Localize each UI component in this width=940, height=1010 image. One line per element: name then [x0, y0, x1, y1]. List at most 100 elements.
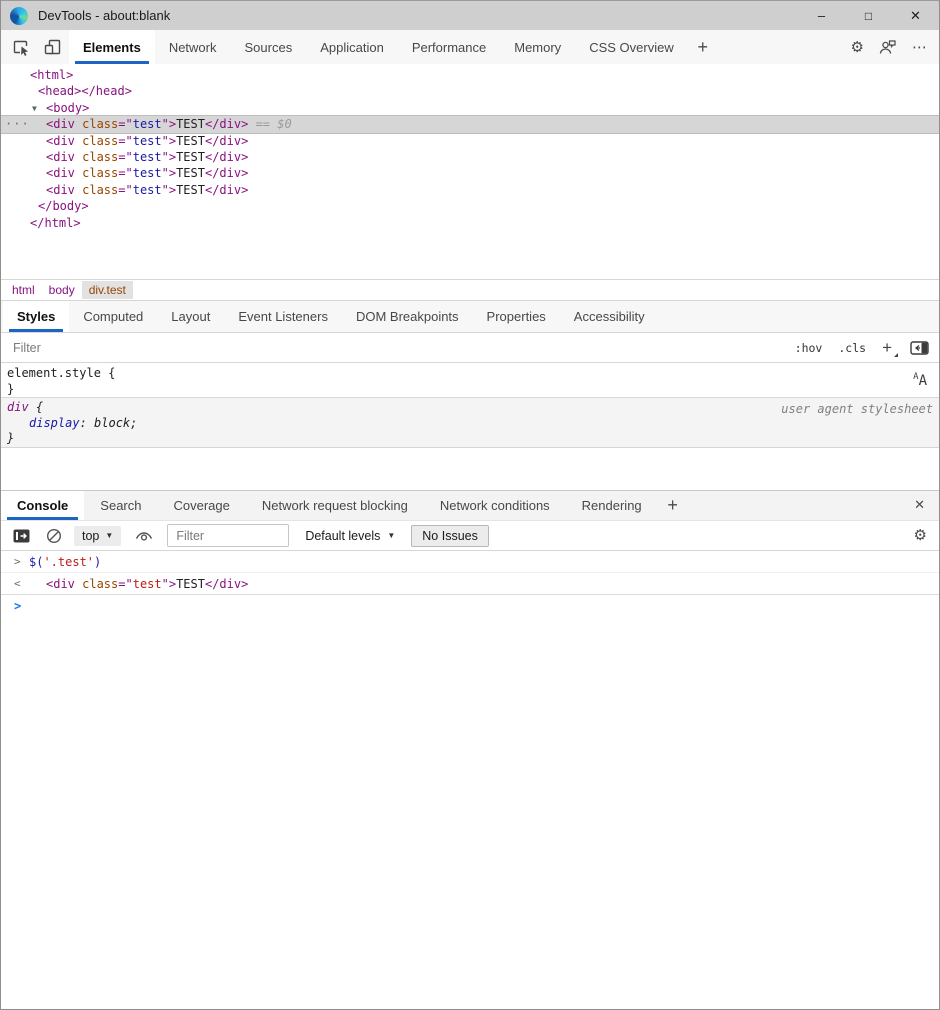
toggle-element-classes-button[interactable]: .cls [838, 341, 866, 355]
device-toolbar-icon[interactable] [43, 37, 63, 57]
stylesheet-origin-label: user agent stylesheet [781, 402, 933, 416]
tab-sources[interactable]: Sources [231, 30, 307, 64]
feedback-icon[interactable] [878, 37, 898, 57]
tab-css-overview[interactable]: CSS Overview [575, 30, 688, 64]
clear-console-icon[interactable] [46, 528, 62, 544]
tree-node[interactable]: ▼<body> [1, 100, 939, 116]
console-toolbar: top ▼ Default levels ▼ No Issues ⚙ [1, 521, 939, 551]
result-element-preview: <div class="test">TEST</div> [46, 577, 248, 591]
dom-breadcrumb: htmlbodydiv.test [1, 279, 939, 301]
tree-node[interactable]: </html> [1, 215, 939, 231]
console-settings-gear-icon[interactable]: ⚙ [914, 528, 927, 543]
drawer-tab-console[interactable]: Console [1, 491, 84, 520]
minimize-button[interactable]: – [798, 1, 845, 30]
styles-filter-input[interactable] [1, 333, 795, 362]
tree-node[interactable]: <div class="test">TEST</div> [1, 165, 939, 181]
maximize-button[interactable]: □ [845, 1, 892, 30]
log-levels-selector[interactable]: Default levels ▼ [305, 529, 395, 543]
console-result-entry[interactable]: < <div class="test">TEST</div> [1, 573, 939, 595]
settings-gear-icon[interactable]: ⚙ [851, 40, 864, 55]
tree-node[interactable]: <head></head> [1, 83, 939, 99]
drawer-tab-coverage[interactable]: Coverage [158, 491, 246, 520]
devtools-window: DevTools - about:blank – □ ✕ ElementsNet… [0, 0, 940, 1010]
add-drawer-tool-button[interactable]: + [658, 491, 688, 520]
command-chevron-icon: > [14, 555, 21, 569]
console-command-entry[interactable]: > $('.test') [1, 551, 939, 573]
sidebar-tab-properties[interactable]: Properties [473, 301, 560, 332]
sidebar-tab-dom-breakpoints[interactable]: DOM Breakpoints [342, 301, 473, 332]
tree-node[interactable]: <div class="test">TEST</div> [1, 182, 939, 198]
console-empty-space [1, 602, 939, 1009]
drawer-tab-network-conditions[interactable]: Network conditions [424, 491, 566, 520]
live-expression-eye-icon[interactable] [135, 530, 153, 542]
node-markup: <div class="test">TEST</div> [1, 149, 248, 165]
node-overflow-dots[interactable]: ··· [5, 116, 30, 132]
close-button[interactable]: ✕ [892, 1, 939, 30]
element-style-close: } [7, 381, 939, 397]
toggle-computed-sidebar-icon[interactable] [910, 341, 929, 355]
main-panel-tabs: ElementsNetworkSourcesApplicationPerform… [69, 30, 688, 64]
node-markup: </html> [1, 215, 81, 231]
tab-elements[interactable]: Elements [69, 30, 155, 64]
close-drawer-icon[interactable]: ✕ [914, 499, 925, 512]
drawer-tab-network-request-blocking[interactable]: Network request blocking [246, 491, 424, 520]
breadcrumb-body[interactable]: body [42, 281, 82, 299]
drawer-tab-search[interactable]: Search [84, 491, 157, 520]
element-style-open: element.style { [7, 365, 939, 381]
rule-close: } [7, 431, 939, 447]
window-title: DevTools - about:blank [38, 8, 170, 23]
node-markup: <div class="test">TEST</div> [1, 165, 248, 181]
node-markup: <body> [1, 100, 89, 116]
sidebar-tab-event-listeners[interactable]: Event Listeners [224, 301, 342, 332]
result-chevron-icon: < [14, 577, 21, 591]
sidebar-tab-layout[interactable]: Layout [157, 301, 224, 332]
node-markup: <div class="test">TEST</div> == $0 [1, 116, 292, 132]
execution-context-selector[interactable]: top ▼ [74, 526, 121, 546]
node-markup: </body> [1, 198, 89, 214]
sidebar-tab-accessibility[interactable]: Accessibility [560, 301, 659, 332]
sidebar-tab-styles[interactable]: Styles [3, 301, 69, 332]
tree-node[interactable]: <div class="test">TEST</div> [1, 133, 939, 149]
element-style-section[interactable]: element.style { } AA [1, 363, 939, 398]
console-sidebar-icon[interactable] [13, 529, 30, 543]
command-text: $('.test') [29, 555, 101, 569]
add-panel-button[interactable]: + [688, 30, 718, 64]
console-filter-input[interactable] [167, 524, 289, 547]
tree-node-selected[interactable]: ···<div class="test">TEST</div> == $0 [1, 116, 939, 132]
tree-node[interactable]: <html> [1, 67, 939, 83]
rule-property: display: block; [7, 416, 939, 432]
breadcrumb-div-test[interactable]: div.test [82, 281, 133, 299]
main-toolbar: ElementsNetworkSourcesApplicationPerform… [1, 30, 939, 64]
sidebar-tab-computed[interactable]: Computed [69, 301, 157, 332]
levels-label: Default levels [305, 529, 380, 543]
tab-network[interactable]: Network [155, 30, 231, 64]
tree-node[interactable]: <div class="test">TEST</div> [1, 149, 939, 165]
node-markup: <div class="test">TEST</div> [1, 182, 248, 198]
chevron-down-icon: ▼ [387, 531, 395, 540]
console-messages: > $('.test') < <div class="test">TEST</d… [1, 551, 939, 1009]
toggle-pseudo-states-button[interactable]: :hov [795, 341, 823, 355]
user-agent-rule-section[interactable]: div { display: block; } user agent style… [1, 398, 939, 448]
drawer-tab-rendering[interactable]: Rendering [566, 491, 658, 520]
drawer-tabs: ConsoleSearchCoverageNetwork request blo… [1, 490, 939, 521]
node-markup: <div class="test">TEST</div> [1, 133, 248, 149]
tree-node[interactable]: </body> [1, 198, 939, 214]
font-editor-icon[interactable]: AA [913, 373, 927, 388]
new-style-rule-button[interactable]: + [882, 339, 892, 356]
tab-application[interactable]: Application [306, 30, 398, 64]
console-prompt[interactable]: > [1, 595, 939, 602]
chevron-down-icon: ▼ [105, 531, 113, 540]
inspect-element-icon[interactable] [11, 37, 31, 57]
styles-pane-empty-space [1, 448, 939, 490]
breadcrumb-html[interactable]: html [5, 281, 42, 299]
expand-arrow-icon[interactable]: ▼ [32, 101, 37, 117]
styles-sidebar-tabs: StylesComputedLayoutEvent ListenersDOM B… [1, 301, 939, 333]
tab-performance[interactable]: Performance [398, 30, 500, 64]
dom-tree: <html><head></head>▼<body>···<div class=… [1, 64, 939, 279]
more-options-icon[interactable]: ⋯ [912, 40, 927, 55]
tab-memory[interactable]: Memory [500, 30, 575, 64]
styles-filter-bar: :hov .cls + [1, 333, 939, 363]
context-label: top [82, 529, 99, 543]
node-markup: <head></head> [1, 83, 132, 99]
issues-counter-badge[interactable]: No Issues [411, 525, 489, 547]
